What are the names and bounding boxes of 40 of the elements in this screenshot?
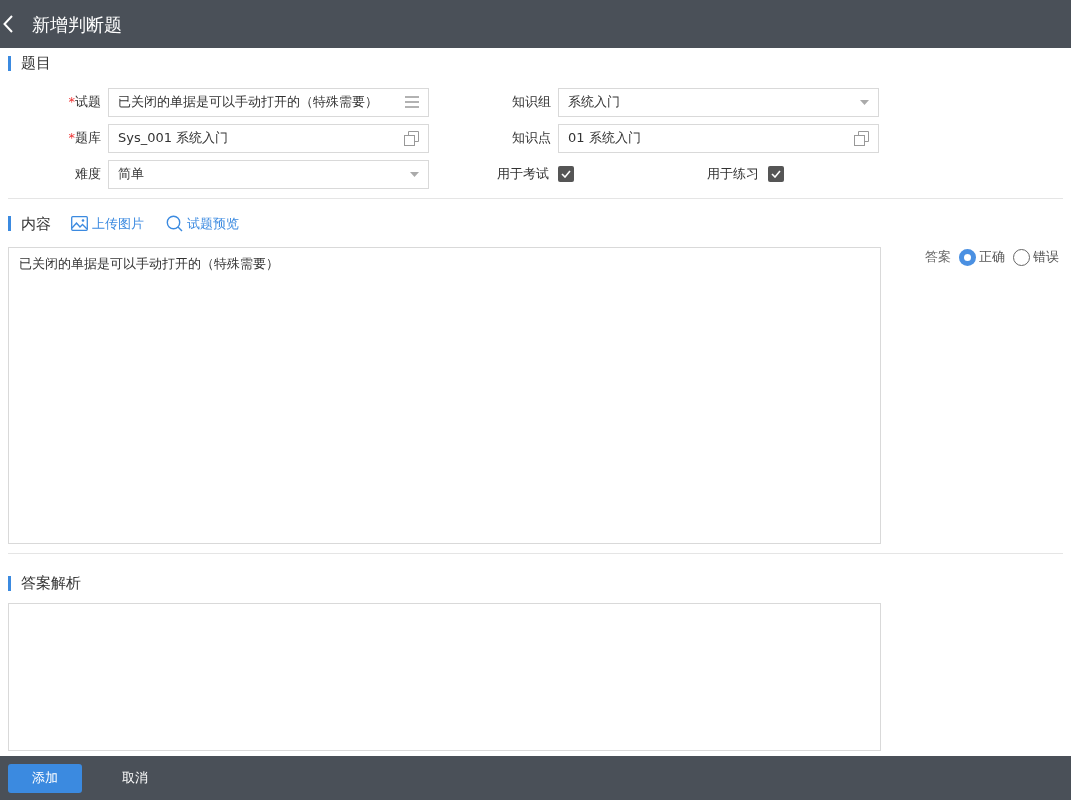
radio-button[interactable]	[1013, 248, 1030, 266]
upload-image-link[interactable]: 上传图片	[71, 214, 144, 234]
page-title: 新增判断题	[32, 12, 122, 37]
back-icon[interactable]	[3, 15, 13, 33]
radio-button[interactable]	[959, 248, 976, 266]
copy-icon[interactable]	[404, 130, 419, 146]
input-field[interactable]: 已关闭的单据是可以手动打开的（特殊需要）	[108, 87, 429, 117]
section-title: 答案解析	[21, 573, 81, 594]
checkbox-label: 用于练习	[707, 165, 759, 184]
check-icon	[771, 170, 781, 178]
checkbox-label: 用于考试	[497, 165, 549, 184]
field-label: 知识点	[512, 129, 551, 148]
menu-icon[interactable]	[405, 96, 419, 108]
select-field[interactable]: 系统入门	[558, 87, 879, 117]
preview-link[interactable]: 试题预览	[166, 214, 239, 234]
checkbox[interactable]	[558, 166, 574, 182]
checkbox[interactable]	[768, 166, 784, 182]
radio-option[interactable]: 错误	[1013, 247, 1059, 267]
input-field[interactable]: Sys_001 系统入门	[108, 123, 429, 153]
content-editor[interactable]: 已关闭的单据是可以手动打开的（特殊需要）	[8, 247, 881, 544]
field-label: 知识组	[512, 93, 551, 112]
add-button[interactable]: 添加	[8, 763, 82, 793]
input-field[interactable]: 01 系统入门	[558, 123, 879, 153]
section-title: 内容	[21, 213, 51, 235]
section-title: 题目	[21, 53, 51, 74]
check-icon	[561, 170, 571, 178]
field-label: 试题	[75, 93, 101, 112]
required-mark: *	[68, 129, 75, 148]
field-label: 题库	[75, 129, 101, 148]
select-field[interactable]: 简单	[108, 159, 429, 189]
radio-option[interactable]: 正确	[959, 247, 1005, 267]
image-icon	[71, 216, 88, 232]
caret-icon[interactable]	[410, 171, 419, 177]
copy-icon[interactable]	[854, 130, 869, 146]
cancel-button[interactable]: 取消	[98, 763, 172, 793]
answer-label: 答案	[925, 248, 951, 267]
caret-icon[interactable]	[860, 99, 869, 105]
field-label: 难度	[75, 165, 101, 184]
required-mark: *	[68, 93, 75, 112]
search-icon	[166, 215, 183, 233]
